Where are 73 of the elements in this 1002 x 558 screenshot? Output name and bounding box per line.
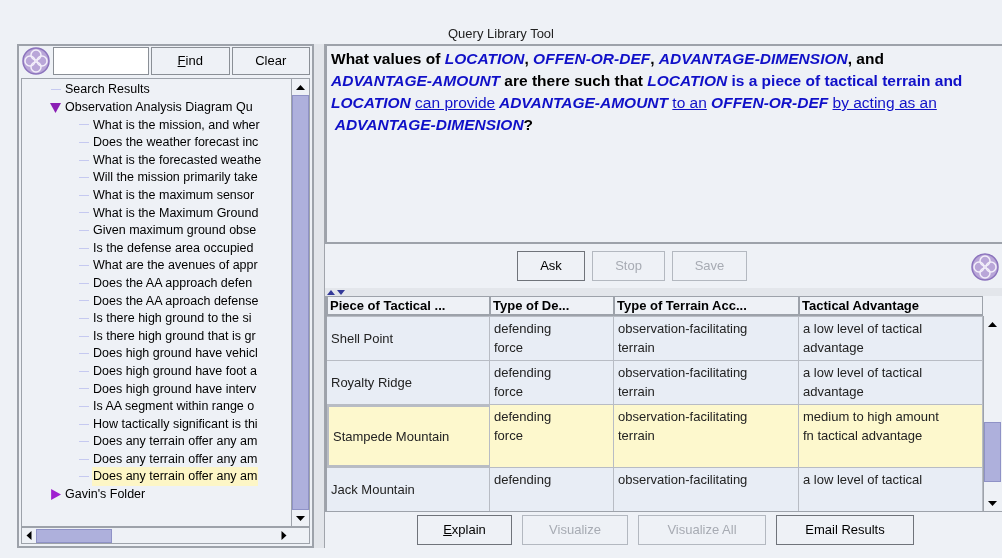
knot-logo-icon [21,46,51,76]
button[interactable]: Email Results [776,515,914,545]
button[interactable]: Clear [231,47,310,75]
question-link[interactable]: by acting as an [832,94,937,111]
column-header[interactable]: Piece of Tactical ... [327,296,490,315]
search-field[interactable] [53,47,149,75]
tree-item[interactable]: Does the AA approach defen [92,273,254,293]
column-header[interactable]: Tactical Advantage [799,296,983,315]
table-cell-text: defending force [493,364,553,401]
tree-item[interactable]: Does high ground have foot a [92,361,258,381]
table-cell-text: a low level of tactical advantage [802,364,924,401]
vertical-scrollbar[interactable] [983,316,1001,511]
tree-item[interactable]: Does high ground have interv [92,379,258,399]
up-arrow-icon[interactable] [988,321,997,327]
tree-item[interactable]: Does the weather forecast inc [92,133,260,152]
table-row[interactable]: Royalty Ridge defending force observation-facilitating terrain a low level of tactical advantage [327,360,983,404]
question-link[interactable]: can provide [415,94,496,111]
table-cell-text: a low level of tactical [802,471,924,489]
table-cell-text: defending [493,471,553,489]
horizontal-scrollbar[interactable] [21,527,310,544]
table-cell-text: Shell Point [330,330,395,348]
tree-item[interactable]: Is the defense area occupied [92,238,255,258]
window-title: Query Library Tool [447,25,555,43]
down-arrow-icon[interactable] [337,289,345,295]
button[interactable]: Find [151,47,230,75]
tree-item[interactable]: Will the mission primarily take [92,168,259,188]
table-cell-text: Jack Mountain [330,481,416,499]
button[interactable]: Ask [517,251,585,281]
tree-item[interactable]: Search Results [64,80,151,100]
up-arrow-icon[interactable] [296,84,305,90]
tree-item[interactable]: What is the Maximum Ground [92,203,260,223]
column-header[interactable]: Type of De... [490,296,614,315]
table-row[interactable]: Jack Mountain defending observation-facilitating a low level of tactical [327,467,983,511]
tree-item[interactable]: How tactically significant is thi [92,414,259,434]
divider-handle[interactable] [325,288,1002,296]
tree-item[interactable]: What is the forecasted weathe [92,150,263,170]
table-cell-text: observation-facilitating terrain [617,320,749,357]
expanded-triangle-icon[interactable] [50,101,61,113]
tree-item[interactable]: Does any terrain offer any am [92,467,259,487]
table-cell-text: defending force [493,408,553,445]
tree-item[interactable]: Does the AA aproach defense [92,291,260,311]
tree-item[interactable]: Observation Analysis Diagram Qu [64,98,254,117]
question-link[interactable]: to an [672,94,707,111]
table-cell-text: Stampede Mountain [332,427,451,446]
table-cell-text: defending force [493,320,553,357]
question-text: What values of LOCATION, OFFEN-OR-DEF, ADVANTAGE-DIMENSION, and ADVANTAGE-AMOUNT are there such that LOCATION is a piece of tactical terrain and LOCATION can provide ADVANTAGE-AMOUNT to an OFFEN-OR-DEF by acting as an ADVANTAGE-DIMENSION? [331,49,964,135]
scrollbar-thumb[interactable] [984,422,1001,482]
tree-item[interactable]: What is the mission, and wher [92,115,261,135]
tree-item[interactable]: Does any terrain offer any am [92,449,259,469]
tree-item[interactable]: What are the avenues of appr [92,256,259,276]
up-arrow-icon[interactable] [327,289,335,295]
collapsed-triangle-icon[interactable] [50,488,61,500]
column-header[interactable]: Type of Terrain Acc... [614,296,799,315]
table-cell-text: a low level of tactical advantage [802,320,924,357]
down-arrow-icon[interactable] [988,500,997,506]
tree-item[interactable]: Is AA segment within range o [92,397,256,416]
tree-item[interactable]: Gavin's Folder [64,485,147,504]
table-cell-text: Royalty Ridge [330,374,413,392]
down-arrow-icon[interactable] [296,515,305,521]
tree-item[interactable]: Does any terrain offer any am [92,432,259,452]
table-cell-text: observation-facilitating terrain [617,408,749,445]
tree-item[interactable]: What is the maximum sensor [92,186,256,205]
table-cell-text: observation-facilitating terrain [617,364,749,401]
button[interactable]: Explain [417,515,512,545]
tree-item[interactable]: Does high ground have vehicl [92,344,259,364]
table-cell-text: medium to high amount fn tactical advantage [802,408,940,445]
scrollbar-thumb[interactable] [36,528,112,543]
tree-item[interactable]: Is there high ground that is gr [92,326,257,346]
table-row[interactable]: Shell Point defending force observation-facilitating terrain a low level of tactical advantage [327,316,983,360]
table-cell-text: observation-facilitating [617,471,749,489]
tree-item[interactable]: Given maximum ground obse [92,221,258,240]
tree-item[interactable]: Is there high ground to the si [92,309,253,328]
table-row[interactable]: Stampede Mountain defending force observation-facilitating terrain medium to high amount fn tactical advantage [327,404,983,467]
